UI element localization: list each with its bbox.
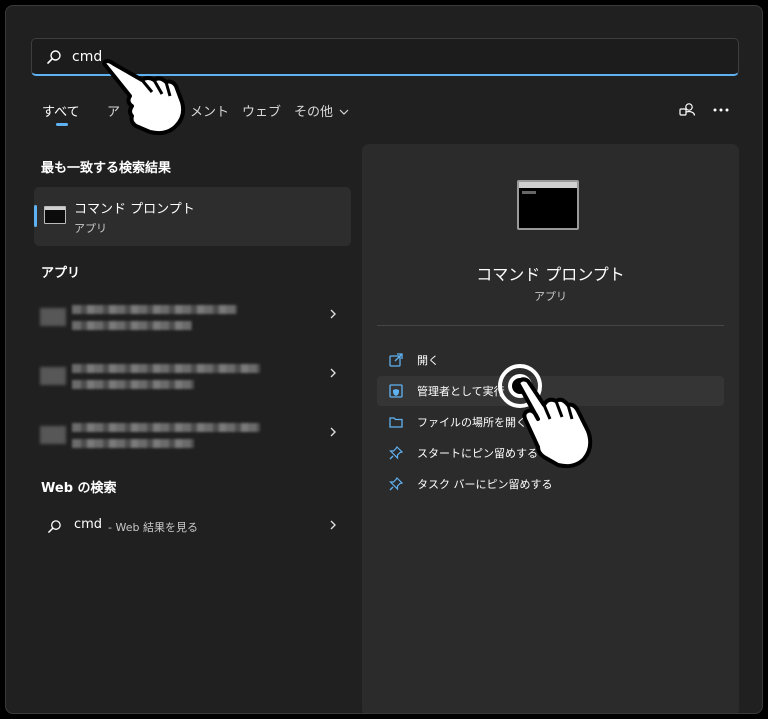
- redacted-text: [72, 439, 194, 448]
- detail-type: アプリ: [534, 290, 567, 303]
- chevron-down-icon: [339, 109, 349, 115]
- detail-title: コマンド プロンプト: [476, 265, 625, 284]
- click-hand-icon: [498, 364, 593, 469]
- best-match-type: アプリ: [74, 222, 107, 235]
- chevron-right-icon: [330, 427, 336, 437]
- list-item[interactable]: [34, 294, 351, 344]
- app-icon: [40, 308, 66, 326]
- search-icon: [47, 50, 61, 64]
- tab-more[interactable]: その他: [294, 101, 349, 120]
- pin-icon: [389, 477, 403, 491]
- app-icon: [40, 367, 66, 385]
- more-options-icon[interactable]: [713, 107, 729, 113]
- tab-web[interactable]: ウェブ: [242, 101, 281, 120]
- app-icon: [40, 426, 66, 444]
- best-match-item[interactable]: コマンド プロンプト アプリ: [34, 187, 351, 246]
- chevron-right-icon: [330, 309, 336, 319]
- redacted-text: [72, 364, 260, 373]
- apps-heading: アプリ: [41, 266, 81, 281]
- tab-all[interactable]: すべて: [42, 101, 80, 126]
- command-prompt-icon: [44, 206, 66, 224]
- pin-icon: [389, 446, 403, 460]
- tab-documents-label: メント: [190, 105, 230, 120]
- tab-all-label: すべて: [42, 105, 80, 120]
- web-search-query: cmd: [74, 517, 103, 532]
- open-action-label: 開く: [417, 354, 439, 367]
- list-item[interactable]: [34, 412, 351, 462]
- chevron-right-icon: [330, 520, 336, 530]
- command-prompt-icon: [517, 180, 579, 230]
- best-match-name: コマンド プロンプト: [74, 202, 195, 217]
- selection-indicator: [34, 205, 37, 227]
- tab-more-label: その他: [294, 105, 334, 120]
- web-search-heading: Web の検索: [41, 481, 117, 496]
- list-item[interactable]: [34, 353, 351, 403]
- folder-icon: [389, 417, 403, 428]
- pin-to-taskbar-label: タスク バーにピン留めする: [417, 478, 553, 491]
- divider: [377, 325, 724, 326]
- search-icon: [48, 520, 61, 533]
- redacted-text: [72, 305, 237, 314]
- redacted-text: [72, 321, 192, 330]
- web-search-suffix: - Web 結果を見る: [108, 521, 198, 534]
- redacted-text: [72, 380, 194, 389]
- tab-active-indicator: [56, 123, 68, 126]
- open-icon: [389, 353, 403, 367]
- chevron-right-icon: [330, 368, 336, 378]
- tab-documents[interactable]: メント: [190, 101, 229, 120]
- shield-icon: [389, 384, 403, 398]
- pin-to-taskbar-action[interactable]: タスク バーにピン留めする: [377, 469, 724, 499]
- pointing-hand-icon: [102, 59, 186, 136]
- web-search-item[interactable]: cmd - Web 結果を見る: [34, 508, 351, 544]
- account-switch-icon[interactable]: [678, 101, 696, 119]
- best-match-heading: 最も一致する検索結果: [41, 161, 172, 176]
- redacted-text: [72, 423, 260, 432]
- tab-web-label: ウェブ: [242, 105, 282, 120]
